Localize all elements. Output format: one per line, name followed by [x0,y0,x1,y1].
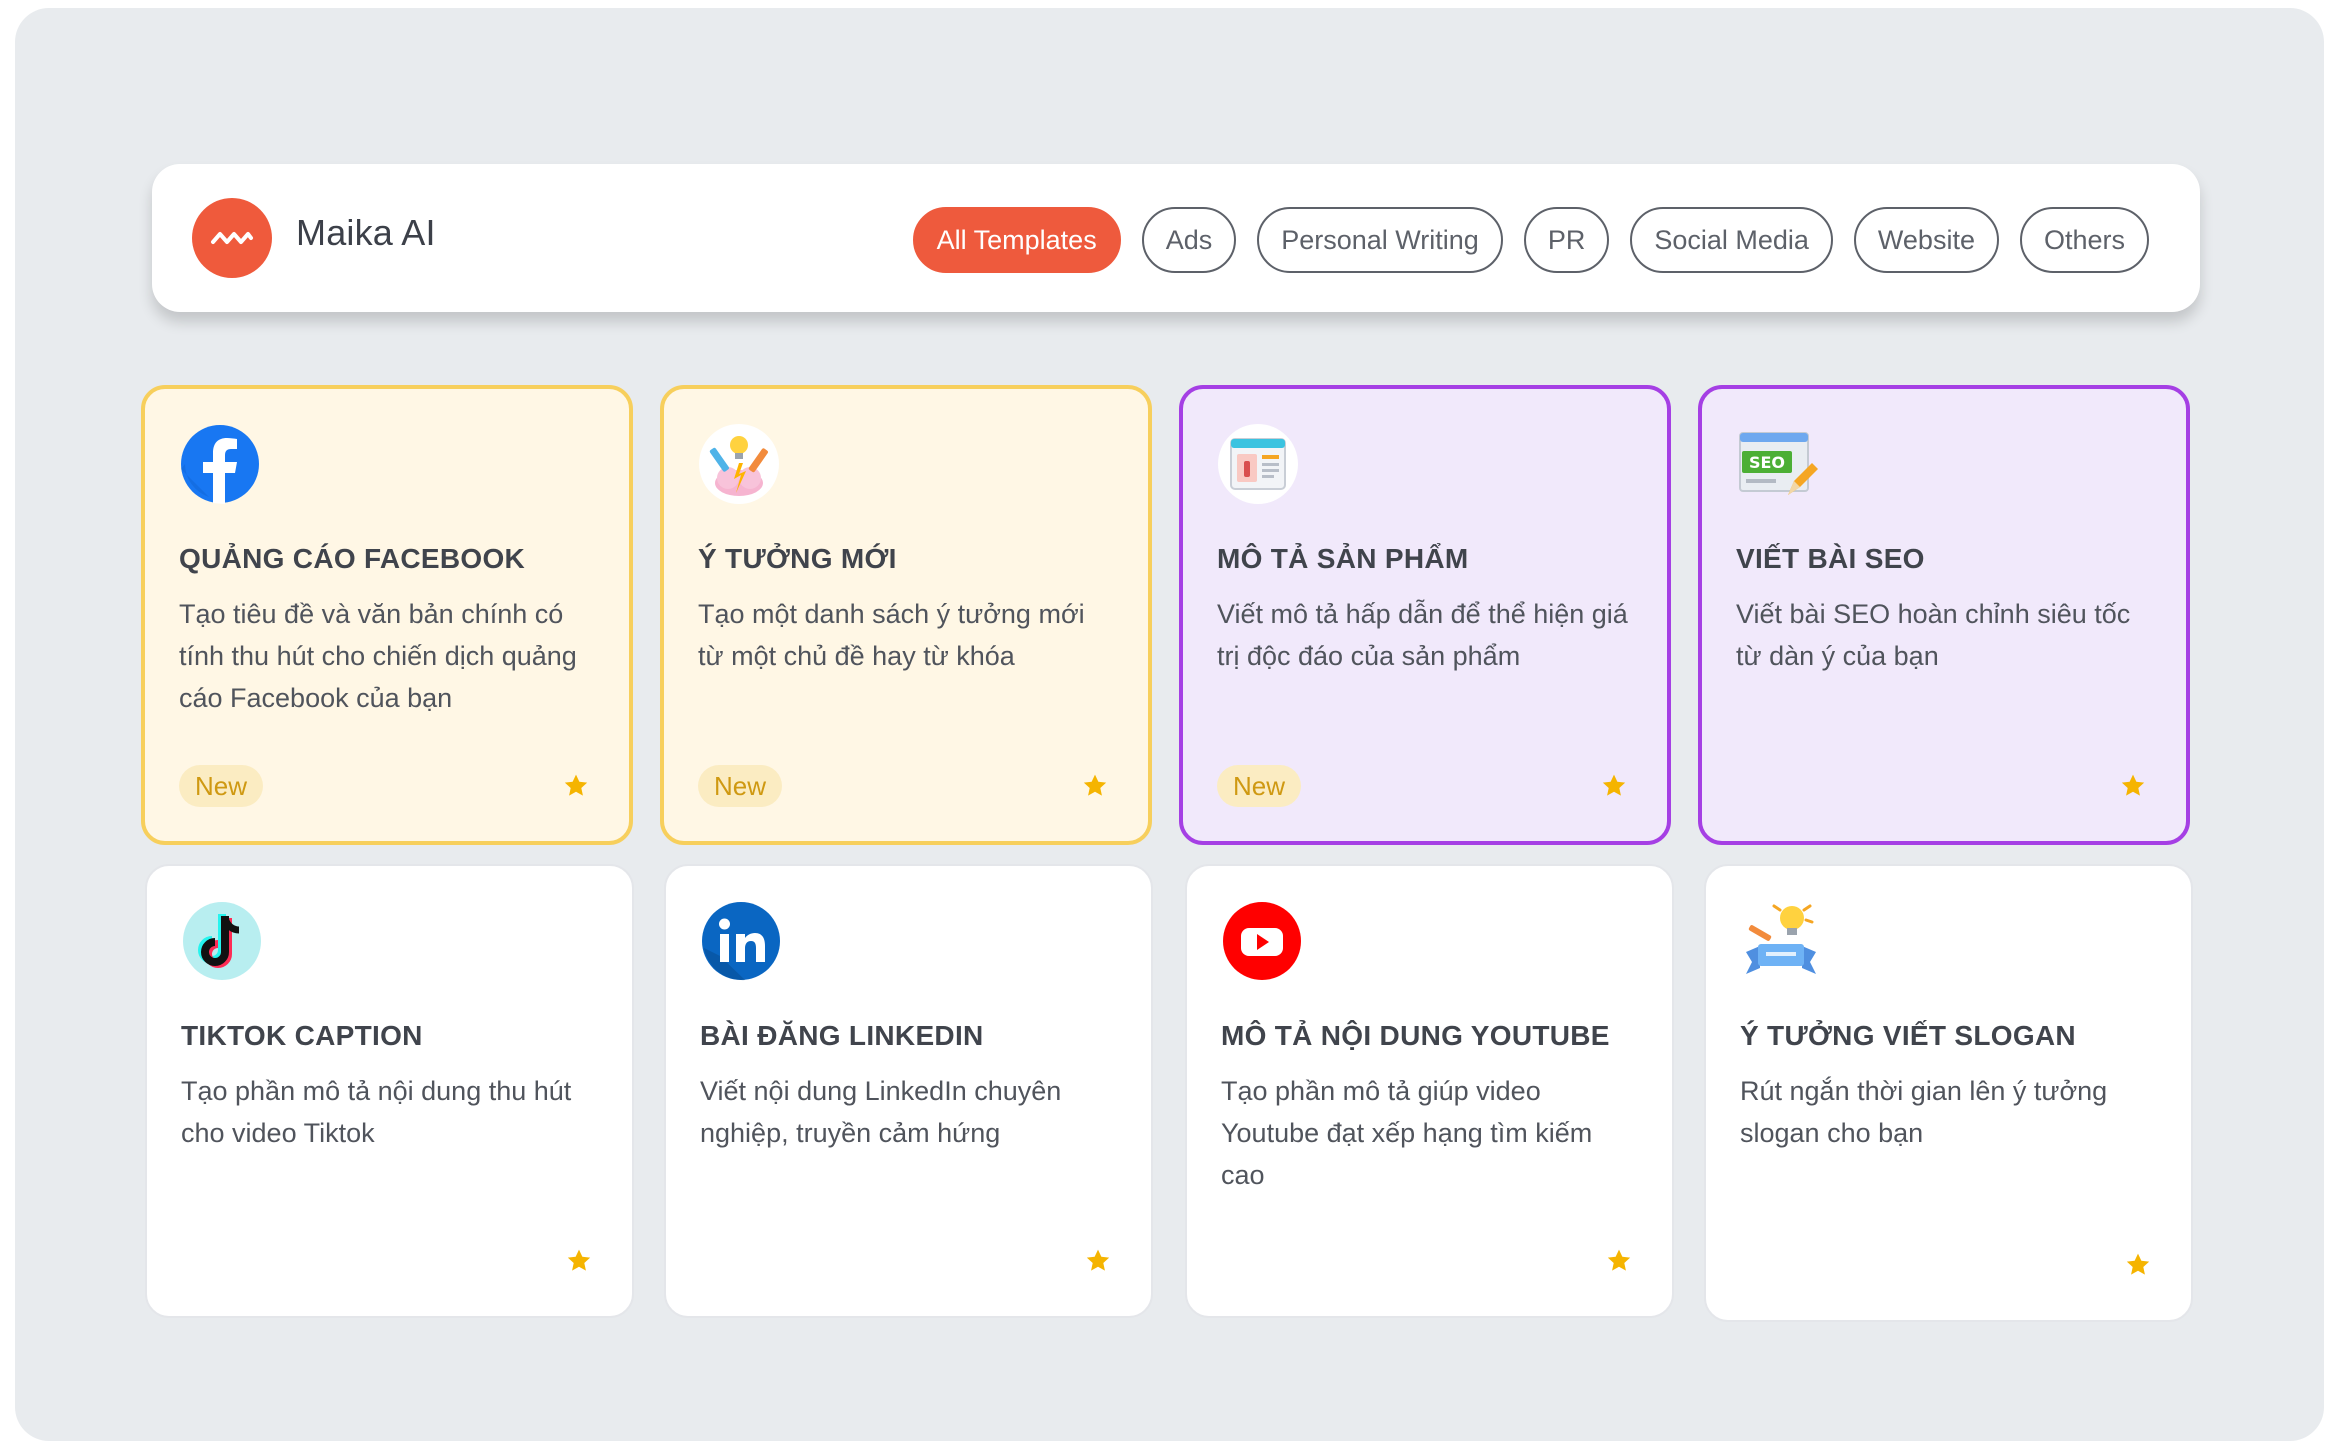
card-description: Tạo một danh sách ý tưởng mới từ một chủ… [698,599,1085,671]
tiktok-icon [183,902,261,980]
card-title: BÀI ĐĂNG LINKEDIN [700,1020,984,1051]
youtube-icon [1223,902,1301,980]
card-title: TIKTOK CAPTION [181,1020,423,1051]
new-badge: New [179,765,264,807]
card-title: Ý TƯỞNG MỚI [698,543,897,574]
template-card-linkedin-post[interactable]: BÀI ĐĂNG LINKEDIN Viết nội dung LinkedIn… [664,864,1153,1318]
product-page-icon [1218,424,1298,504]
template-card-seo-article[interactable]: SEO VIẾT BÀI SEO Viết bài SEO hoàn chỉnh… [1698,385,2190,845]
maika-logo-icon[interactable] [192,198,272,278]
template-card-tiktok-caption[interactable]: TIKTOK CAPTION Tạo phần mô tả nội dung t… [145,864,634,1318]
tab-all-templates[interactable]: All Templates [912,207,1121,273]
tab-ads[interactable]: Ads [1141,207,1237,273]
star-icon[interactable] [1082,773,1108,799]
card-description: Viết bài SEO hoàn chỉnh siêu tốc từ dàn … [1736,599,2131,671]
brand-name: Maika AI [296,212,436,253]
card-description: Tạo tiêu đề và văn bản chính có tính thu… [179,599,577,713]
card-title: MÔ TẢ SẢN PHẨM [1217,543,1469,574]
slogan-idea-icon [1746,904,1816,974]
template-filter-tabs: All Templates Ads Personal Writing PR So… [912,207,2149,273]
card-title: Ý TƯỞNG VIẾT SLOGAN [1740,1020,2076,1051]
svg-text:SEO: SEO [1749,453,1785,472]
tab-pr[interactable]: PR [1523,207,1610,273]
template-card-facebook-ads[interactable]: QUẢNG CÁO FACEBOOK Tạo tiêu đề và văn bả… [141,385,633,845]
new-badge: New [698,765,783,807]
card-description: Tạo phần mô tả nội dung thu hút cho vide… [181,1076,572,1148]
template-card-new-ideas[interactable]: Ý TƯỞNG MỚI Tạo một danh sách ý tưởng mớ… [660,385,1152,845]
template-card-youtube-description[interactable]: MÔ TẢ NỘI DUNG YOUTUBE Tạo phần mô tả gi… [1185,864,1674,1318]
tab-personal-writing[interactable]: Personal Writing [1257,207,1503,273]
card-title: QUẢNG CÁO FACEBOOK [179,543,526,574]
card-description: Rút ngắn thời gian lên ý tưởng slogan ch… [1740,1076,2108,1148]
star-icon[interactable] [1606,1248,1632,1274]
facebook-icon [181,425,259,504]
tab-social-media[interactable]: Social Media [1630,207,1833,273]
card-description: Tạo phần mô tả giúp video Youtube đạt xế… [1221,1076,1593,1190]
linkedin-icon [702,902,780,981]
idea-icon [699,424,779,504]
new-badge: New [1217,765,1302,807]
star-icon[interactable] [566,1248,592,1274]
star-icon[interactable] [1085,1248,1111,1274]
card-description: Viết mô tả hấp dẫn để thể hiện giá trị đ… [1217,599,1628,671]
tab-website[interactable]: Website [1853,207,1999,273]
card-title: MÔ TẢ NỘI DUNG YOUTUBE [1221,1020,1610,1051]
card-title: VIẾT BÀI SEO [1736,543,1925,574]
star-icon[interactable] [1601,773,1627,799]
star-icon[interactable] [2120,773,2146,799]
star-icon[interactable] [2125,1252,2151,1278]
template-card-product-description[interactable]: MÔ TẢ SẢN PHẨM Viết mô tả hấp dẫn để thể… [1179,385,1671,845]
card-description: Viết nội dung LinkedIn chuyên nghiệp, tr… [700,1076,1062,1148]
template-card-slogan-ideas[interactable]: Ý TƯỞNG VIẾT SLOGAN Rút ngắn thời gian l… [1704,864,2193,1322]
top-bar: Maika AI All Templates Ads Personal Writ… [152,164,2200,312]
tab-others[interactable]: Others [2019,207,2149,273]
app-frame: Maika AI All Templates Ads Personal Writ… [15,8,2324,1441]
star-icon[interactable] [563,773,589,799]
seo-icon: SEO [1739,432,1818,495]
